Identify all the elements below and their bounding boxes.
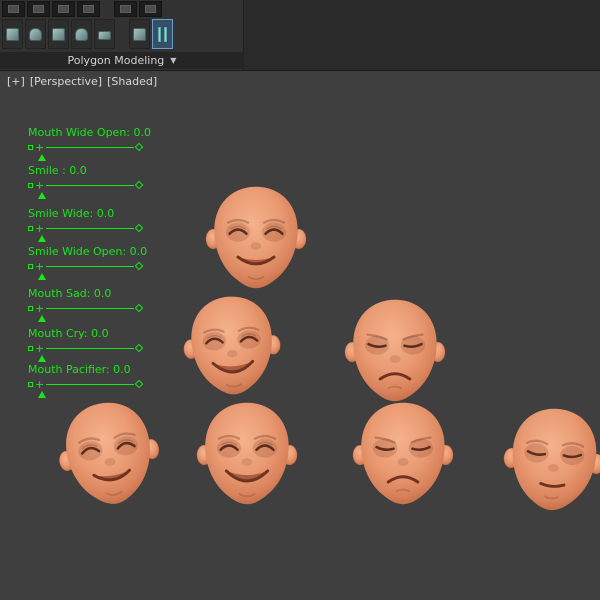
tool-icon (58, 5, 69, 13)
ribbon-tool-button[interactable] (129, 19, 150, 49)
morph-slider-mouth-sad: Mouth Sad: 0.0 + (28, 287, 144, 322)
head-model[interactable] (49, 391, 170, 517)
slider-box-handle[interactable] (28, 144, 33, 150)
tool-icon (33, 5, 44, 13)
slider-label: Smile : 0.0 (28, 164, 87, 177)
slider-label: Mouth Cry: 0.0 (28, 327, 109, 340)
modeling-tool-icon (133, 27, 146, 41)
slider-triangle-handle[interactable] (38, 235, 46, 242)
slider-label: Mouth Wide Open: 0.0 (28, 126, 151, 139)
slider-track[interactable] (46, 227, 135, 229)
ribbon-tool-button[interactable] (2, 19, 23, 49)
slider-triangle-handle[interactable] (38, 315, 46, 322)
modeling-tool-icon (98, 30, 111, 40)
slider-box-handle[interactable] (28, 381, 33, 387)
slider-box-handle[interactable] (28, 263, 33, 269)
morph-slider-mouth-wide-open: Mouth Wide Open: 0.0 + (28, 127, 151, 161)
ribbon-tool-button-active[interactable] (152, 19, 173, 49)
slider-track[interactable] (46, 146, 135, 148)
slider-track[interactable] (46, 184, 135, 186)
slider-triangle-handle[interactable] (38, 355, 46, 362)
slider-label: Smile Wide: 0.0 (28, 207, 115, 220)
ribbon-tool-button[interactable] (71, 19, 92, 49)
slider-box-handle[interactable] (28, 345, 33, 351)
ribbon-mini-button[interactable] (27, 1, 50, 17)
ribbon-mini-button[interactable] (114, 1, 137, 17)
ribbon-mini-toolbar (2, 1, 164, 17)
ribbon-mini-button[interactable] (77, 1, 100, 17)
head-model[interactable] (194, 398, 300, 510)
slider-track[interactable] (46, 383, 135, 385)
slider-triangle-handle[interactable] (38, 273, 46, 280)
head-model[interactable] (203, 182, 309, 294)
ribbon-tool-button[interactable] (48, 19, 69, 49)
slider-box-handle[interactable] (28, 182, 33, 188)
ribbon-tool-button[interactable] (25, 19, 46, 49)
viewport-plus-menu[interactable]: [+] (7, 75, 25, 88)
morph-slider-smile-wide: Smile Wide: 0.0 + (28, 207, 144, 242)
slider-triangle-handle[interactable] (38, 391, 46, 398)
morph-slider-smile-wide-open: Smile Wide Open: 0.0 + (28, 246, 147, 280)
panel-title: Polygon Modeling (67, 54, 165, 67)
modeling-tool-icon (52, 27, 65, 41)
slider-label: Mouth Sad: 0.0 (28, 287, 112, 300)
ribbon-mini-button[interactable] (52, 1, 75, 17)
head-model[interactable] (350, 398, 456, 510)
morph-slider-smile: Smile : 0.0 + (28, 164, 144, 199)
tool-icon (8, 5, 19, 13)
slider-label: Smile Wide Open: 0.0 (28, 245, 148, 258)
slider-plus-icon[interactable]: + (35, 303, 44, 314)
viewport-shading-menu[interactable]: [Shaded] (107, 75, 157, 88)
slider-track[interactable] (46, 307, 135, 309)
chevron-down-icon: ▼ (170, 56, 177, 65)
slider-triangle-handle[interactable] (38, 192, 46, 199)
slider-diamond-handle[interactable] (134, 379, 144, 389)
head-model[interactable] (342, 295, 448, 407)
slider-diamond-handle[interactable] (134, 223, 144, 233)
viewport-pov-menu[interactable]: [Perspective] (30, 75, 102, 88)
slider-triangle-handle[interactable] (38, 154, 46, 161)
slider-box-handle[interactable] (28, 225, 33, 231)
slider-plus-icon[interactable]: + (35, 343, 44, 354)
head-model[interactable] (178, 289, 286, 402)
slider-label: Mouth Pacifier: 0.0 (28, 363, 131, 376)
slider-diamond-handle[interactable] (134, 261, 144, 271)
slider-diamond-handle[interactable] (134, 343, 144, 353)
ribbon-tool-button[interactable] (94, 19, 115, 49)
polygon-modeling-panel: Polygon Modeling ▼ (0, 0, 244, 70)
morph-slider-mouth-cry: Mouth Cry: 0.0 + (28, 327, 144, 362)
viewport-label: [+] [Perspective] [Shaded] (7, 75, 157, 88)
slider-plus-icon[interactable]: + (35, 142, 44, 153)
slider-track[interactable] (46, 265, 135, 267)
isolate-bars-icon (158, 26, 167, 42)
slider-plus-icon[interactable]: + (35, 379, 44, 390)
modeling-tool-icon (6, 27, 19, 41)
slider-plus-icon[interactable]: + (35, 180, 44, 191)
slider-plus-icon[interactable]: + (35, 261, 44, 272)
modeling-tool-icon (75, 27, 88, 41)
slider-diamond-handle[interactable] (134, 303, 144, 313)
ribbon-bar: Polygon Modeling ▼ (0, 0, 600, 71)
ribbon-mini-button[interactable] (2, 1, 25, 17)
head-model[interactable] (497, 400, 600, 519)
slider-plus-icon[interactable]: + (35, 223, 44, 234)
morph-slider-mouth-pacifier: Mouth Pacifier: 0.0 + (28, 363, 144, 398)
tool-icon (120, 5, 131, 13)
ribbon-tool-toolbar (2, 19, 175, 49)
polygon-modeling-panel-header[interactable]: Polygon Modeling ▼ (0, 52, 244, 69)
slider-diamond-handle[interactable] (134, 142, 144, 152)
modeling-tool-icon (29, 27, 42, 41)
slider-box-handle[interactable] (28, 305, 33, 311)
slider-track[interactable] (46, 347, 135, 349)
max-viewport-window: { "colors": { "accent_green": "#1ae51a",… (0, 0, 600, 600)
tool-icon (83, 5, 94, 13)
tool-icon (145, 5, 156, 13)
slider-diamond-handle[interactable] (134, 180, 144, 190)
ribbon-mini-button[interactable] (139, 1, 162, 17)
perspective-viewport[interactable]: [+] [Perspective] [Shaded] Mouth Wide Op… (0, 71, 600, 600)
